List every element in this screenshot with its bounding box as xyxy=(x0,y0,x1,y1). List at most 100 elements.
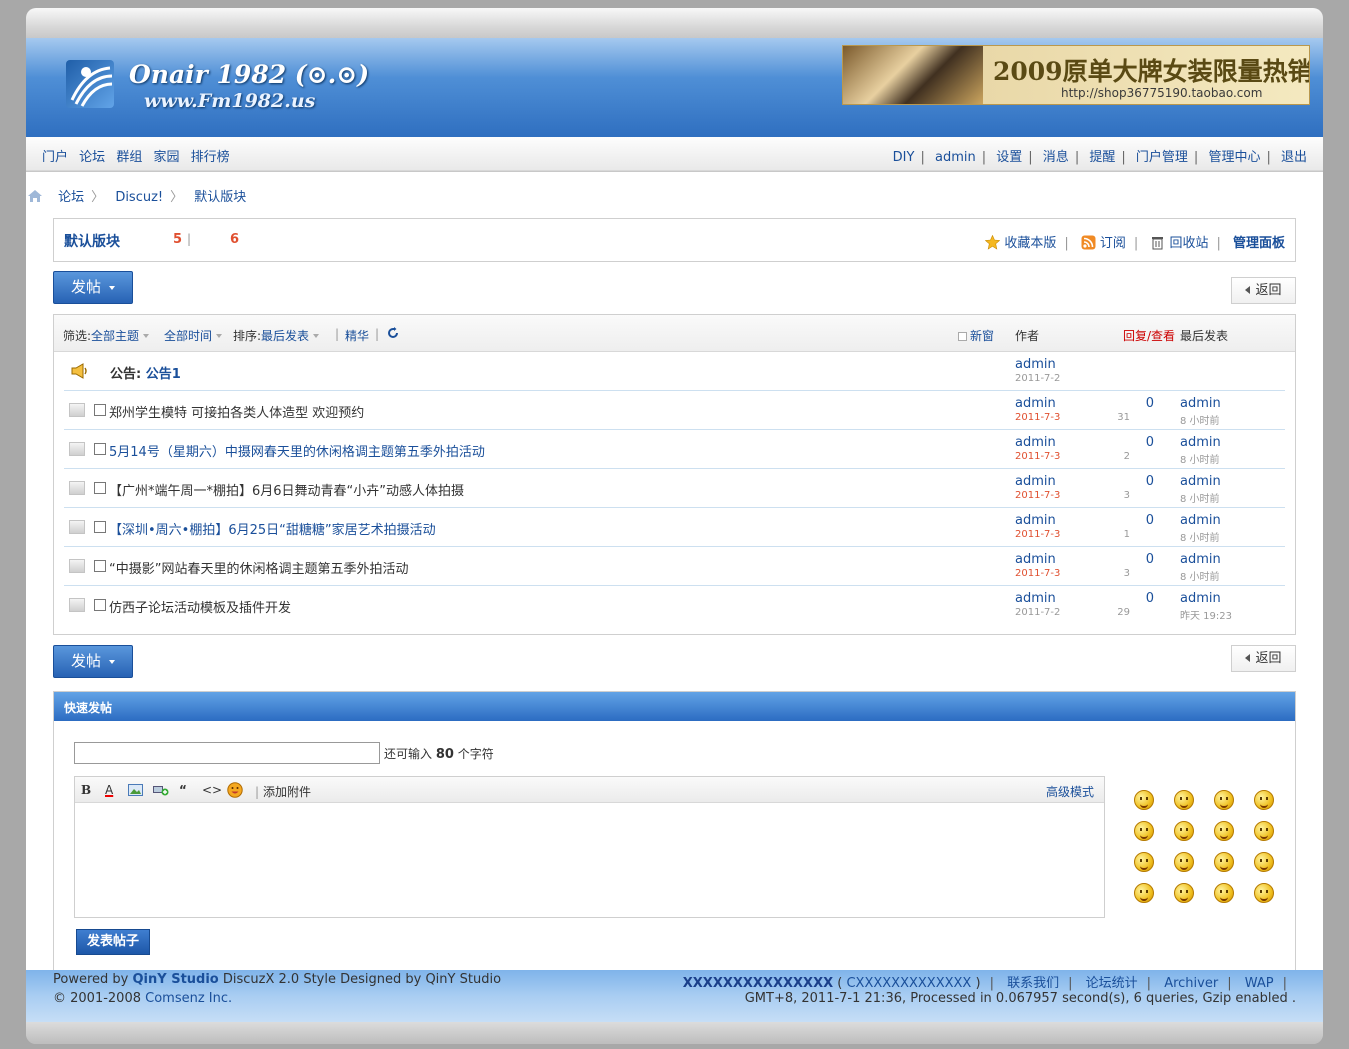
smiley-face-icon[interactable] xyxy=(1174,790,1194,810)
qiny-studio-link[interactable]: QinY Studio xyxy=(133,972,219,987)
thread-last-time[interactable]: 8 小时前 xyxy=(1180,490,1220,505)
thread-icon[interactable] xyxy=(69,520,85,534)
thread-author[interactable]: admin xyxy=(1015,435,1056,450)
subject-input[interactable] xyxy=(74,742,380,764)
image-icon[interactable] xyxy=(128,784,143,799)
thread-checkbox[interactable] xyxy=(94,443,106,455)
thread-icon[interactable] xyxy=(69,403,85,417)
insert-link-icon[interactable] xyxy=(153,784,169,799)
logo-icon[interactable] xyxy=(66,60,114,108)
thread-last-time[interactable]: 昨天 19:23 xyxy=(1180,607,1232,622)
message-textarea[interactable] xyxy=(75,804,1104,917)
logo-url[interactable]: www.Fm1982.us xyxy=(144,90,315,112)
nav-group[interactable]: 群组 xyxy=(116,150,142,165)
thread-icon[interactable] xyxy=(69,481,85,495)
smiley-face-icon[interactable] xyxy=(1134,821,1154,841)
thread-row[interactable]: 【广州*端午周一*棚拍】6月6日舞动青春“小卉”动感人体拍摄 admin 2011-… xyxy=(64,469,1285,508)
thread-replies[interactable]: 0 xyxy=(1124,513,1154,528)
filter-all-topics[interactable]: 全部主题 xyxy=(91,329,139,343)
nav-settings[interactable]: 设置 xyxy=(996,150,1022,165)
thread-checkbox[interactable] xyxy=(94,599,106,611)
smiley-face-icon[interactable] xyxy=(1254,821,1274,841)
announcement-title[interactable]: 公告1 xyxy=(146,367,181,382)
comsenz-link[interactable]: Comsenz Inc. xyxy=(145,991,232,1006)
announcement-author[interactable]: admin xyxy=(1015,357,1056,372)
thread-author[interactable]: admin xyxy=(1015,591,1056,606)
new-post-button-bottom[interactable]: 发帖 xyxy=(53,645,133,678)
thread-row[interactable]: 【深圳•周六•棚拍】6月25日“甜糖糖”家居艺术拍摄活动 admin 2011-7-… xyxy=(64,508,1285,547)
add-attachment-link[interactable]: | 添加附件 xyxy=(255,783,311,800)
thread-author[interactable]: admin xyxy=(1015,396,1056,411)
advanced-mode-link[interactable]: 高级模式 xyxy=(1046,783,1094,800)
thread-last-time[interactable]: 8 小时前 xyxy=(1180,568,1220,583)
smiley-face-icon[interactable] xyxy=(1254,790,1274,810)
thread-last-poster[interactable]: admin xyxy=(1180,435,1221,450)
thread-last-poster[interactable]: admin xyxy=(1180,552,1221,567)
favorite-forum-link[interactable]: 收藏本版 xyxy=(985,232,1056,251)
thread-title[interactable]: 郑州学生模特 可接拍各类人体造型 欢迎预约 xyxy=(109,402,364,421)
thread-row[interactable]: 5月14号（星期六）中摄网春天里的休闲格调主题第五季外拍活动 admin 2011-… xyxy=(64,430,1285,469)
ad-banner[interactable]: 2009原单大牌女装限量热销 http://shop36775190.taoba… xyxy=(842,45,1310,105)
nav-notifications[interactable]: 提醒 xyxy=(1089,150,1115,165)
thread-icon[interactable] xyxy=(69,598,85,612)
thread-icon[interactable] xyxy=(69,442,85,456)
sort-last-post[interactable]: 最后发表 xyxy=(261,329,309,343)
smiley-face-icon[interactable] xyxy=(1174,852,1194,872)
thread-last-poster[interactable]: admin xyxy=(1180,474,1221,489)
thread-title[interactable]: 【广州*端午周一*棚拍】6月6日舞动青春“小卉”动感人体拍摄 xyxy=(109,480,464,499)
back-button-bottom[interactable]: 返回 xyxy=(1231,645,1296,672)
new-window-checkbox[interactable] xyxy=(958,332,967,341)
new-post-button-top[interactable]: 发帖 xyxy=(53,271,133,304)
nav-admin-center[interactable]: 管理中心 xyxy=(1208,150,1260,165)
smiley-face-icon[interactable] xyxy=(1214,883,1234,903)
smiley-icon[interactable] xyxy=(227,782,243,801)
thread-last-poster[interactable]: admin xyxy=(1180,591,1221,606)
submit-post-button[interactable]: 发表帖子 xyxy=(76,929,150,955)
thread-row[interactable]: “中摄影”网站春天里的休闲格调主题第五季外拍活动 admin 2011-7-3 0 3 a… xyxy=(64,547,1285,586)
thread-last-poster[interactable]: admin xyxy=(1180,396,1221,411)
smiley-face-icon[interactable] xyxy=(1174,883,1194,903)
recycle-bin-link[interactable]: 回收站 xyxy=(1150,232,1208,251)
footer-wap[interactable]: WAP xyxy=(1245,976,1274,991)
nav-logout[interactable]: 退出 xyxy=(1281,150,1307,165)
smiley-face-icon[interactable] xyxy=(1134,790,1154,810)
thread-author[interactable]: admin xyxy=(1015,474,1056,489)
nav-home[interactable]: 家园 xyxy=(153,150,179,165)
thread-replies[interactable]: 0 xyxy=(1124,435,1154,450)
footer-contact[interactable]: 联系我们 xyxy=(1007,976,1059,991)
thread-author[interactable]: admin xyxy=(1015,552,1056,567)
nav-diy[interactable]: DIY xyxy=(893,150,915,165)
refresh-icon[interactable] xyxy=(387,327,399,342)
smiley-face-icon[interactable] xyxy=(1254,852,1274,872)
site-name-link[interactable]: XXXXXXXXXXXXXXX xyxy=(683,976,833,991)
breadcrumb-forum[interactable]: 论坛 xyxy=(58,190,84,205)
digest-filter[interactable]: 精华 xyxy=(345,327,369,344)
thread-title[interactable]: “中摄影”网站春天里的休闲格调主题第五季外拍活动 xyxy=(109,558,408,577)
back-button-top[interactable]: 返回 xyxy=(1231,277,1296,304)
smiley-face-icon[interactable] xyxy=(1134,883,1154,903)
thread-checkbox[interactable] xyxy=(94,482,106,494)
home-icon[interactable] xyxy=(28,190,42,202)
bold-icon[interactable]: B xyxy=(81,783,91,797)
thread-last-time[interactable]: 8 小时前 xyxy=(1180,412,1220,427)
announcement-row[interactable]: 公告: 公告1 admin 2011-7-2 xyxy=(64,352,1285,391)
subscribe-link[interactable]: 订阅 xyxy=(1081,232,1126,251)
thread-author[interactable]: admin xyxy=(1015,513,1056,528)
nav-username[interactable]: admin xyxy=(935,150,976,165)
font-color-icon[interactable]: A xyxy=(105,783,113,797)
smiley-face-icon[interactable] xyxy=(1254,883,1274,903)
manage-panel-link[interactable]: 管理面板 xyxy=(1233,232,1285,251)
new-window-toggle[interactable]: 新窗 xyxy=(958,327,994,344)
thread-title[interactable]: 5月14号（星期六）中摄网春天里的休闲格调主题第五季外拍活动 xyxy=(109,441,485,460)
thread-checkbox[interactable] xyxy=(94,521,106,533)
nav-ranking[interactable]: 排行榜 xyxy=(191,150,230,165)
thread-checkbox[interactable] xyxy=(94,404,106,416)
smiley-face-icon[interactable] xyxy=(1174,821,1194,841)
thread-title[interactable]: 仿西子论坛活动模板及插件开发 xyxy=(109,597,291,616)
thread-replies[interactable]: 0 xyxy=(1124,474,1154,489)
thread-last-time[interactable]: 8 小时前 xyxy=(1180,451,1220,466)
nav-messages[interactable]: 消息 xyxy=(1043,150,1069,165)
site-code-link[interactable]: CXXXXXXXXXXXXX xyxy=(846,976,971,991)
smiley-face-icon[interactable] xyxy=(1214,790,1234,810)
thread-row[interactable]: 郑州学生模特 可接拍各类人体造型 欢迎预约 admin 2011-7-3 0 31 adm… xyxy=(64,391,1285,430)
